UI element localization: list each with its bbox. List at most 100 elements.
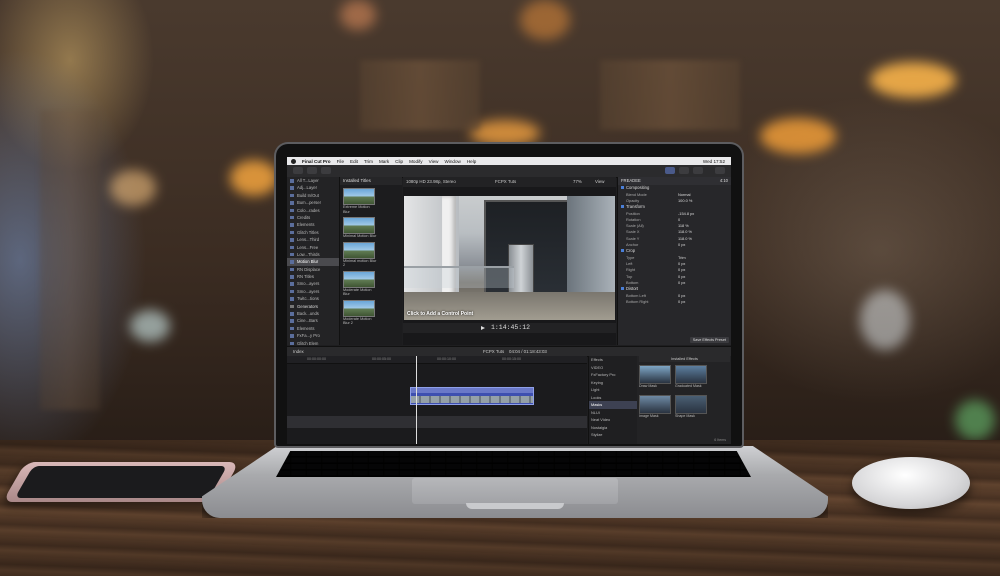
viewer-view-menu[interactable]: View	[595, 177, 604, 187]
sidebar-item[interactable]: All T...Layer	[287, 177, 339, 184]
inspector-title: FREADEE	[621, 178, 641, 183]
inspector-key: Top	[626, 273, 633, 279]
menu-mark[interactable]: Mark	[379, 159, 389, 164]
effects-category[interactable]: Masks	[589, 401, 637, 409]
timeline[interactable]: 00:00:00:00 00:00:05:00 00:00:10:00 00:0…	[287, 356, 587, 444]
sidebar-item[interactable]: Bum...perser	[287, 199, 339, 206]
background-tasks-button[interactable]	[321, 167, 331, 174]
menu-file[interactable]: File	[337, 159, 344, 164]
sidebar-item[interactable]: RN Titles	[287, 273, 339, 280]
sidebar-item[interactable]: Twitc...tions	[287, 295, 339, 302]
thumbnail-image	[343, 241, 375, 259]
effects-category[interactable]: Keying	[589, 379, 637, 387]
effects-category[interactable]: Stylize	[589, 431, 637, 439]
keywords-button[interactable]	[307, 167, 317, 174]
video-frame[interactable]: Click to Add a Control Point	[404, 196, 615, 320]
effects-category[interactable]: Light	[589, 386, 637, 394]
share-button[interactable]	[715, 167, 725, 174]
inspector-key: Right	[626, 267, 636, 273]
sidebar-item[interactable]: Colo...rades	[287, 207, 339, 214]
sidebar-item[interactable]: RN Displace	[287, 266, 339, 273]
save-effects-preset-button[interactable]: Save Effects Preset	[689, 337, 729, 343]
timeline-ruler[interactable]: 00:00:00:00 00:00:05:00 00:00:10:00 00:0…	[287, 356, 587, 364]
inspector-toggle-button[interactable]	[693, 167, 703, 174]
inspector-key: Scale X	[626, 229, 640, 235]
effects-browser: Effects VIDEO FxFactory Pro Keying Light Look…	[588, 356, 731, 444]
library-header: Installed Titles	[340, 177, 402, 185]
effects-category[interactable]: Nostalgia	[589, 424, 637, 432]
menu-clip[interactable]: Clip	[395, 159, 403, 164]
effect-tile[interactable]: Image Mask	[639, 395, 671, 419]
menu-edit[interactable]: Edit	[350, 159, 358, 164]
bokeh-light	[130, 310, 170, 342]
sidebar-item[interactable]: Low...Thirds	[287, 251, 339, 258]
sidebar-item[interactable]: Lens...Third	[287, 236, 339, 243]
sidebar-item[interactable]: Motion Blur	[287, 258, 339, 266]
viewer-format: 1080p HD 23.98p, Stereo	[406, 179, 456, 184]
thumbnail-label: Moderate Motion Blur 2	[343, 316, 372, 326]
sidebar-item[interactable]: Adj...Layer	[287, 184, 339, 191]
effects-category[interactable]: NLUI	[589, 409, 637, 417]
bokeh-light	[870, 62, 956, 98]
effect-tile[interactable]: Draw Mask	[639, 365, 671, 389]
effects-category[interactable]: Looks	[589, 394, 637, 402]
thumbnail-label: Moderate Motion Blur	[343, 287, 372, 297]
title-thumbnail[interactable]: Extreme Motion Blur	[343, 188, 399, 214]
inspector-key: Blend Mode	[626, 191, 647, 197]
effect-thumbnail	[675, 395, 707, 414]
browser-toggle-button[interactable]	[665, 167, 675, 174]
effects-category[interactable]: Effects	[589, 356, 637, 364]
apple-icon[interactable]	[291, 158, 296, 164]
inspector-value[interactable]: 0 px	[678, 299, 685, 305]
laptop-lid: Final Cut Pro File Edit Trim Mark Clip M…	[276, 144, 742, 446]
inspector-key: Bottom Left	[626, 292, 646, 298]
sidebar-item[interactable]: Glitch Titles	[287, 229, 339, 236]
sidebar-item[interactable]: Credits	[287, 214, 339, 221]
playhead[interactable]	[416, 356, 417, 444]
sidebar-item[interactable]: Smo...ayers	[287, 288, 339, 295]
effects-header: Installed Effects	[639, 356, 730, 362]
sidebar-item[interactable]: Elements	[287, 221, 339, 228]
sidebar-item[interactable]: Lens...Free	[287, 244, 339, 251]
menu-help[interactable]: Help	[467, 159, 476, 164]
title-thumbnail[interactable]: Moderate Motion Blur 2	[343, 299, 399, 326]
thumbnail-image	[343, 270, 375, 288]
inspector-key: Position	[626, 210, 640, 216]
timeline-clip[interactable]	[410, 387, 534, 405]
title-thumbnail[interactable]: Minimal Motion Blur	[343, 217, 399, 239]
sidebar-item[interactable]: Cine...Bars	[287, 317, 339, 324]
effect-label: Image Mask	[639, 414, 659, 418]
thumbnail-label: Extreme Motion Blur	[343, 205, 370, 214]
sidebar-item[interactable]: Build In/Out	[287, 192, 339, 199]
sidebar-item[interactable]: Generators	[287, 303, 339, 310]
effect-tile[interactable]: Shape Mask	[675, 395, 707, 419]
shelf	[360, 60, 480, 130]
effects-category[interactable]: Neat Video	[589, 416, 637, 424]
viewer-zoom[interactable]: 77%	[573, 177, 582, 187]
title-thumbnail[interactable]: Moderate Motion Blur	[343, 270, 399, 297]
sidebar-item[interactable]: Back...unds	[287, 310, 339, 317]
bokeh-light	[230, 160, 278, 196]
magic-mouse	[852, 457, 970, 509]
index-button[interactable]: Index	[293, 347, 304, 356]
sidebar-item[interactable]: FxFa...y Pro	[287, 332, 339, 339]
menu-view[interactable]: View	[429, 159, 439, 164]
play-icon[interactable]	[481, 326, 485, 330]
effect-tile[interactable]: Graduated Mask	[675, 365, 707, 389]
inspector-key: Scale Y	[626, 235, 640, 241]
menu-window[interactable]: Window	[444, 159, 460, 164]
effects-category[interactable]: FxFactory Pro	[589, 371, 637, 379]
effects-category[interactable]: VIDEO	[589, 364, 637, 372]
title-thumbnail[interactable]: Minimal motion Blur 2	[343, 241, 399, 268]
inspector-section-title: Crop	[626, 248, 636, 254]
menu-modify[interactable]: Modify	[409, 159, 423, 164]
inspector-key: Anchor	[626, 242, 639, 248]
import-button[interactable]	[293, 167, 303, 174]
menu-trim[interactable]: Trim	[364, 159, 373, 164]
inspector-key: Type	[626, 254, 635, 260]
playback-bar: 1:14:45:12	[403, 323, 616, 333]
timeline-toggle-button[interactable]	[679, 167, 689, 174]
sidebar-item[interactable]: Smo...ayers	[287, 280, 339, 287]
menubar-app-name[interactable]: Final Cut Pro	[302, 159, 331, 164]
sidebar-item[interactable]: Elements	[287, 325, 339, 332]
